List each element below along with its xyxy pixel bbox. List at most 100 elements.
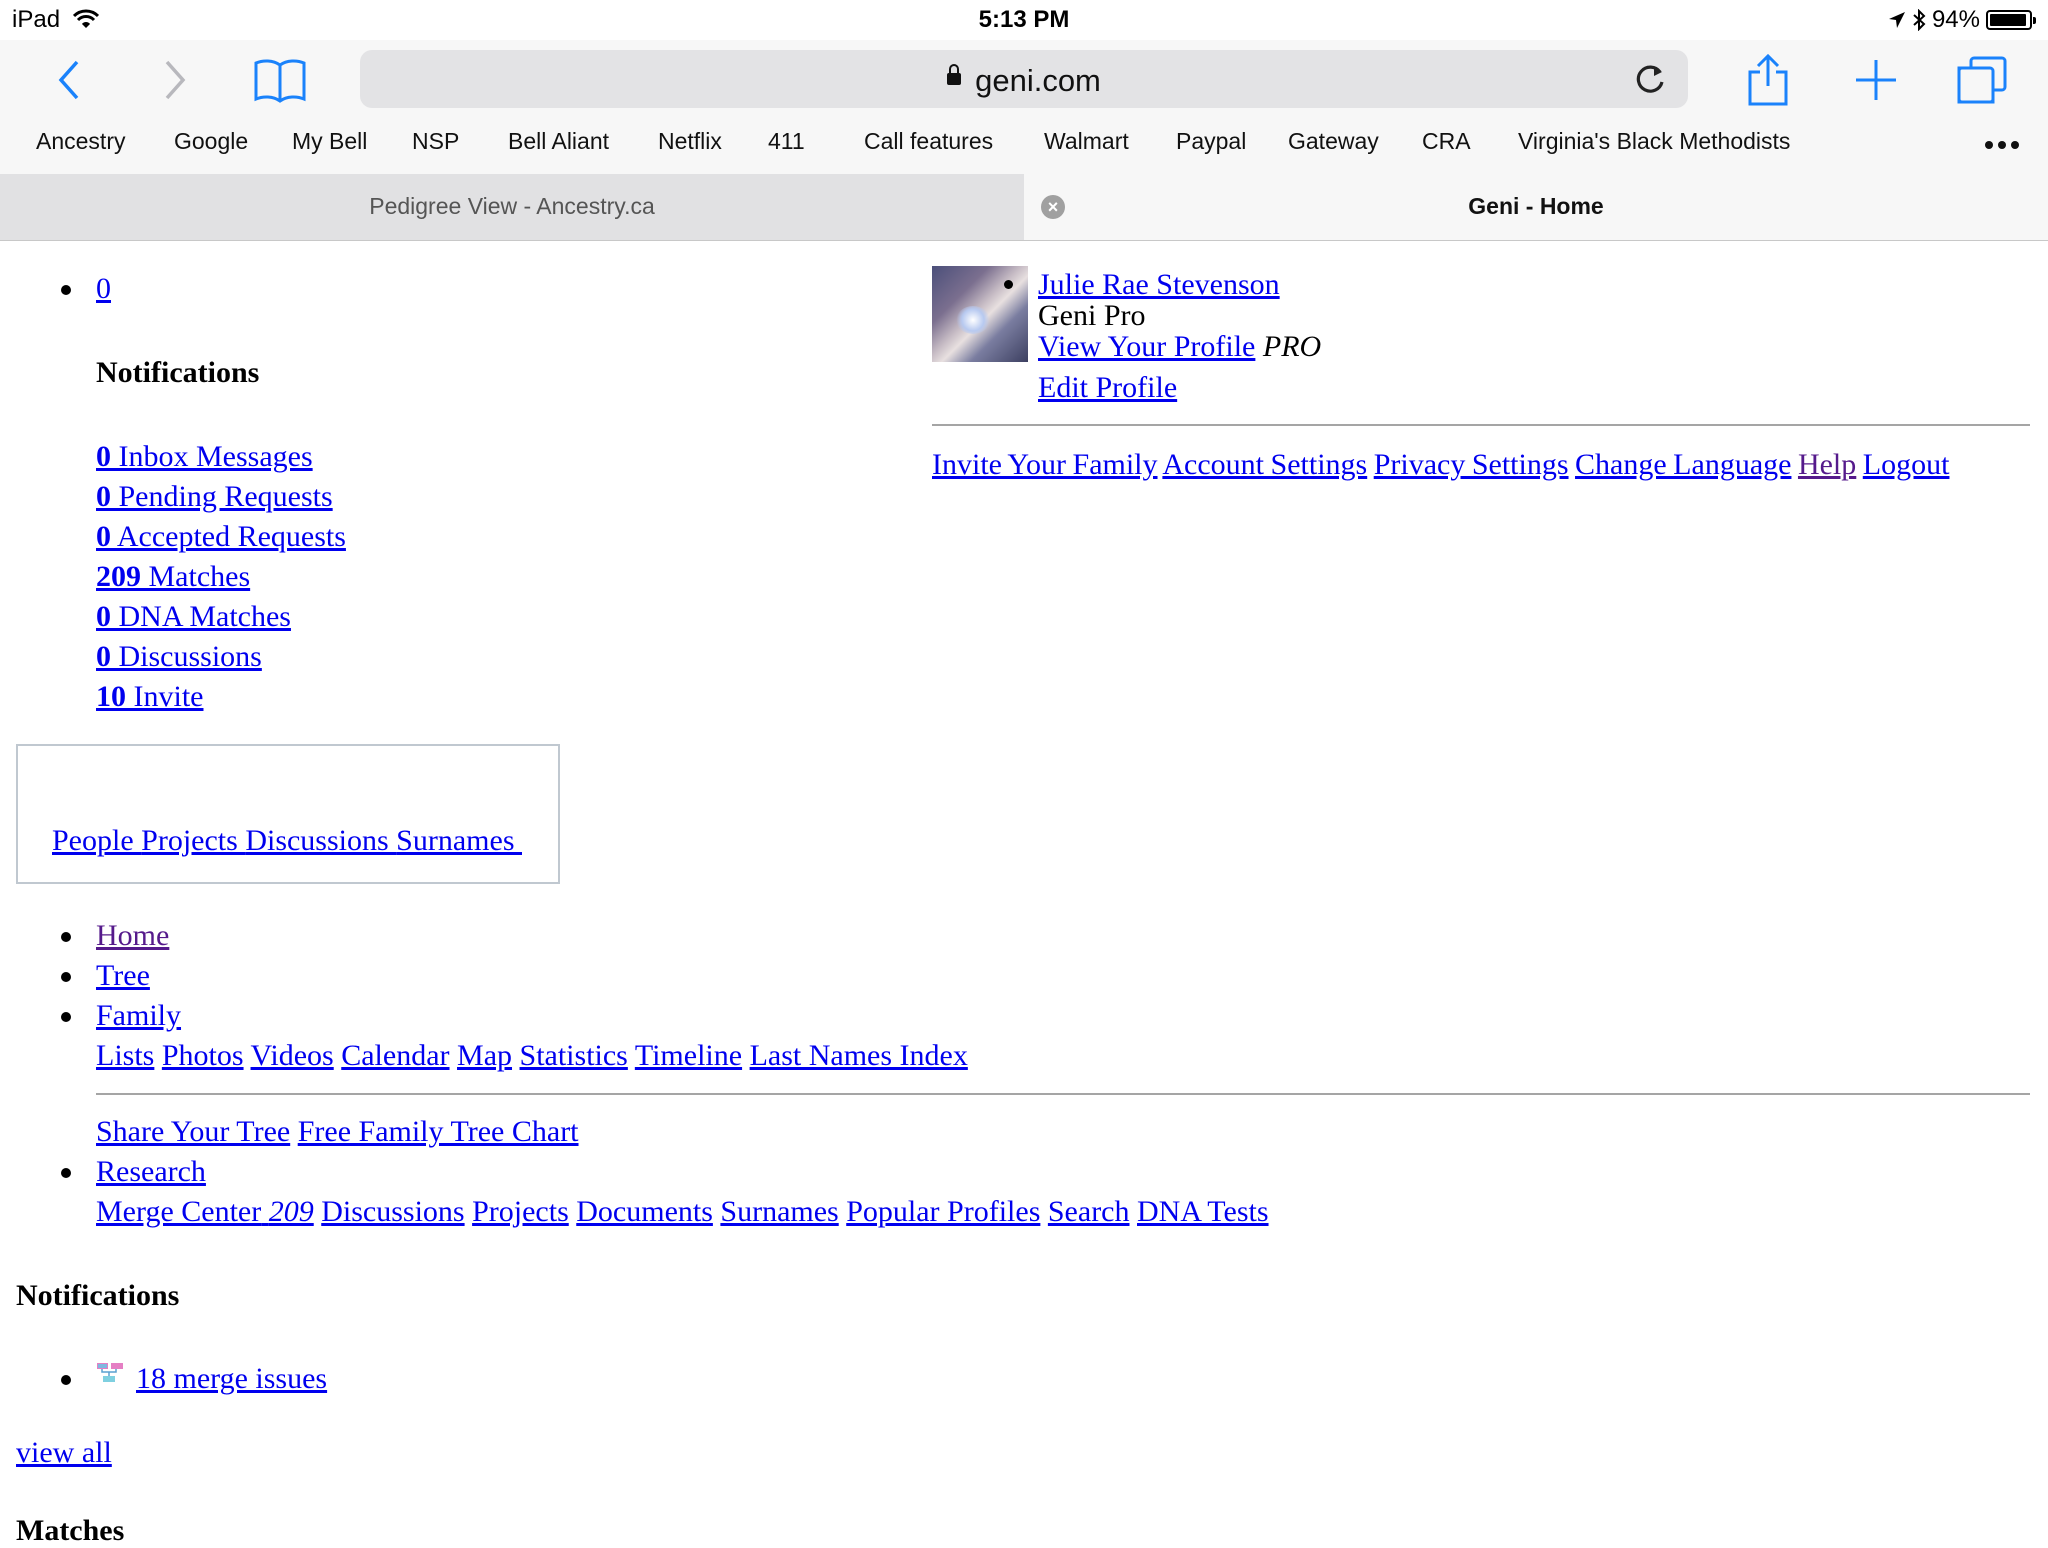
tabs-icon <box>1957 56 2007 104</box>
bookmark-nsp[interactable]: NSP <box>412 128 459 155</box>
bookmark-gateway[interactable]: Gateway <box>1288 128 1379 155</box>
family-sub-links: Lists Photos Videos Calendar Map Statist… <box>96 1039 968 1073</box>
ellipsis-icon <box>1985 141 2019 149</box>
top-count-link[interactable]: 0 <box>96 272 111 306</box>
search-discussions-link[interactable]: Discussions <box>245 824 396 857</box>
bookmarks-button[interactable] <box>252 52 308 108</box>
merge-issues-link[interactable]: 18 merge issues <box>136 1362 327 1396</box>
research-dna-tests-link[interactable]: DNA Tests <box>1137 1195 1269 1228</box>
bookmark-netflix[interactable]: Netflix <box>658 128 722 155</box>
edit-profile-link[interactable]: Edit Profile <box>1038 372 1321 403</box>
inbox-messages-link[interactable]: 0 Inbox Messages <box>96 437 346 477</box>
pending-requests-link[interactable]: 0 Pending Requests <box>96 477 346 517</box>
search-surnames-link[interactable]: Surnames <box>396 824 522 857</box>
research-popular-profiles-link[interactable]: Popular Profiles <box>846 1195 1040 1228</box>
accepted-requests-link[interactable]: 0 Accepted Requests <box>96 517 346 557</box>
invite-your-family-link[interactable]: Invite Your Family <box>932 448 1158 481</box>
battery-percent: 94% <box>1931 6 1980 33</box>
logout-link[interactable]: Logout <box>1863 448 1950 481</box>
view-all-link[interactable]: view all <box>16 1436 112 1470</box>
list-bullet <box>61 1012 71 1022</box>
search-people-link[interactable]: People <box>52 824 141 857</box>
share-links: Share Your Tree Free Family Tree Chart <box>96 1115 579 1149</box>
family-last-names-index-link[interactable]: Last Names Index <box>750 1039 968 1072</box>
reload-button[interactable] <box>1634 62 1668 96</box>
matches-link[interactable]: 209 Matches <box>96 557 346 597</box>
profile-info: Julie Rae Stevenson Geni Pro View Your P… <box>1038 269 1321 403</box>
bluetooth-icon <box>1913 9 1926 31</box>
research-projects-link[interactable]: Projects <box>472 1195 569 1228</box>
nav-family-link[interactable]: Family <box>96 999 181 1033</box>
list-bullet <box>61 932 71 942</box>
tab-title: Pedigree View - Ancestry.ca <box>369 193 655 219</box>
family-statistics-link[interactable]: Statistics <box>520 1039 628 1072</box>
lock-icon <box>947 63 962 85</box>
list-bullet <box>61 285 71 295</box>
family-lists-link[interactable]: Lists <box>96 1039 154 1072</box>
bookmark-411[interactable]: 411 <box>768 128 805 155</box>
forward-button[interactable] <box>146 52 202 108</box>
share-your-tree-link[interactable]: Share Your Tree <box>96 1115 290 1148</box>
change-language-link[interactable]: Change Language <box>1575 448 1791 481</box>
tab-bar: Pedigree View - Ancestry.ca × Geni - Hom… <box>0 174 2048 241</box>
tab-geni-home[interactable]: × Geni - Home <box>1024 174 2048 240</box>
back-button[interactable] <box>42 52 98 108</box>
tab-pedigree-view[interactable]: Pedigree View - Ancestry.ca <box>0 174 1024 240</box>
browser-toolbar: geni.com <box>0 40 2048 116</box>
list-bullet <box>61 972 71 982</box>
share-icon <box>1748 54 1788 106</box>
bookmark-my-bell[interactable]: My Bell <box>292 128 367 155</box>
notifications-heading: Notifications <box>96 356 260 389</box>
research-surnames-link[interactable]: Surnames <box>720 1195 838 1228</box>
nav-tree-link[interactable]: Tree <box>96 959 150 993</box>
status-time: 5:13 PM <box>978 6 1070 33</box>
pro-badge: PRO <box>1262 330 1322 363</box>
bookmark-cra[interactable]: CRA <box>1422 128 1471 155</box>
bookmark-bell-aliant[interactable]: Bell Aliant <box>508 128 609 155</box>
more-bookmarks-button[interactable] <box>1984 130 2020 157</box>
list-bullet <box>61 1375 71 1385</box>
list-bullet <box>61 1168 71 1178</box>
family-timeline-link[interactable]: Timeline <box>635 1039 742 1072</box>
matches-heading: Matches <box>16 1514 125 1547</box>
dna-matches-link[interactable]: 0 DNA Matches <box>96 597 346 637</box>
family-calendar-link[interactable]: Calendar <box>341 1039 449 1072</box>
plus-icon <box>1856 60 1896 100</box>
list-bullet <box>1004 280 1013 289</box>
bookmark-virginias-black-methodists[interactable]: Virginia's Black Methodists <box>1518 128 1790 155</box>
discussions-link[interactable]: 0 Discussions <box>96 637 346 677</box>
bookmark-google[interactable]: Google <box>174 128 248 155</box>
book-icon <box>254 59 306 103</box>
family-map-link[interactable]: Map <box>457 1039 512 1072</box>
url-text: geni.com <box>975 63 1101 98</box>
profile-name-link[interactable]: Julie Rae Stevenson <box>1038 269 1321 300</box>
bookmark-paypal[interactable]: Paypal <box>1176 128 1246 155</box>
invite-link[interactable]: 10 Invite <box>96 677 346 717</box>
bookmark-call-features[interactable]: Call features <box>864 128 993 155</box>
research-discussions-link[interactable]: Discussions <box>321 1195 464 1228</box>
merge-center-link[interactable]: Merge Center 209 <box>96 1195 314 1228</box>
search-projects-link[interactable]: Projects <box>141 824 245 857</box>
family-photos-link[interactable]: Photos <box>162 1039 244 1072</box>
free-family-tree-chart-link[interactable]: Free Family Tree Chart <box>298 1115 579 1148</box>
divider <box>96 1093 2030 1095</box>
view-profile-link[interactable]: View Your Profile <box>1038 330 1255 363</box>
tabs-overview-button[interactable] <box>1954 52 2010 108</box>
account-settings-link[interactable]: Account Settings <box>1162 448 1367 481</box>
status-bar: iPad 5:13 PM 94% <box>0 0 2048 40</box>
family-videos-link[interactable]: Videos <box>251 1039 334 1072</box>
bookmark-ancestry[interactable]: Ancestry <box>36 128 125 155</box>
research-sub-links: Merge Center 209 Discussions Projects Do… <box>96 1195 1269 1229</box>
research-documents-link[interactable]: Documents <box>576 1195 713 1228</box>
nav-home-link[interactable]: Home <box>96 919 169 953</box>
new-tab-button[interactable] <box>1848 52 1904 108</box>
nav-research-link[interactable]: Research <box>96 1155 206 1189</box>
address-bar[interactable]: geni.com <box>360 50 1688 108</box>
help-link[interactable]: Help <box>1798 448 1856 481</box>
bookmark-walmart[interactable]: Walmart <box>1044 128 1129 155</box>
privacy-settings-link[interactable]: Privacy Settings <box>1374 448 1569 481</box>
close-tab-icon[interactable]: × <box>1041 195 1065 219</box>
share-button[interactable] <box>1740 52 1796 108</box>
avatar[interactable] <box>932 266 1028 362</box>
research-search-link[interactable]: Search <box>1048 1195 1130 1228</box>
